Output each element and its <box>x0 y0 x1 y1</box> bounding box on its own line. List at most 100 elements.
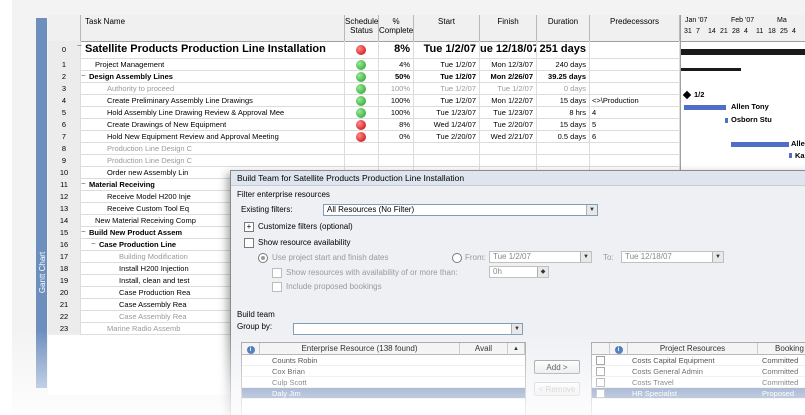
task-id: 1 <box>48 59 81 71</box>
collapse-minus-icon[interactable]: − <box>91 239 96 248</box>
scroll-up-icon[interactable]: ▲ <box>508 343 525 355</box>
info-icon: i <box>614 346 623 354</box>
schedule-status-cell <box>345 71 379 83</box>
start-date: Tue 1/2/07 <box>414 41 480 59</box>
task-id: 2 <box>48 71 81 83</box>
schedule-status-cell <box>345 95 379 107</box>
gantt-bar-7[interactable] <box>789 153 792 158</box>
customize-filters-toggle[interactable]: Customize filters (optional) <box>258 222 353 231</box>
predecessors: <>\Production <box>590 95 680 107</box>
include-proposed-checkbox[interactable] <box>272 282 282 292</box>
timescale-day: 4 <box>744 28 748 35</box>
enterprise-resource-row[interactable]: Cox Brian <box>242 366 525 377</box>
schedule-status-cell <box>345 143 379 155</box>
resource-checkbox[interactable] <box>596 356 605 365</box>
from-label: From: <box>465 253 486 262</box>
project-resource-row[interactable]: HR Specialist Proposed <box>592 388 805 399</box>
col-task-name[interactable]: Task Name <box>81 15 345 41</box>
date-range-radio[interactable] <box>452 253 462 263</box>
task-name: Create Preliminary Assembly Line Drawing… <box>81 95 345 107</box>
to-date-field[interactable]: Tue 12/18/07 ▼ <box>621 251 724 263</box>
collapse-minus-icon[interactable]: − <box>81 71 86 80</box>
gantt-label-6: Allen <box>791 139 805 148</box>
avail-header[interactable]: Avail <box>460 343 508 355</box>
show-availability-checkbox[interactable] <box>244 238 254 248</box>
timescale-header: Jan '07 Feb '07 Ma 31 7 14 21 28 4 11 18 25 4 <box>681 15 805 42</box>
project-resource-row[interactable]: Costs General Admin Committed <box>592 366 805 377</box>
resource-checkbox[interactable] <box>596 367 605 376</box>
col-finish[interactable]: Finish <box>480 15 537 41</box>
project-resource-row[interactable]: Costs Travel Committed <box>592 377 805 388</box>
col-start[interactable]: Start <box>414 15 480 41</box>
duration: 39.25 days <box>537 71 590 83</box>
use-project-dates-radio[interactable] <box>258 253 268 263</box>
gantt-bar-5[interactable] <box>725 118 728 123</box>
task-row[interactable]: 8 Production Line Design C <box>48 143 680 155</box>
enterprise-resource-row[interactable]: Counts Robin <box>242 355 525 366</box>
booking-type: Proposed <box>762 389 795 398</box>
enterprise-resource-row[interactable]: Daly Jim <box>242 388 525 399</box>
build-team-dialog: Build Team for Satellite Products Produc… <box>230 170 805 415</box>
status-indicator-icon <box>356 132 366 142</box>
from-date-field[interactable]: Tue 1/2/07 ▼ <box>489 251 592 263</box>
booking-type: Committed <box>762 356 799 365</box>
view-bar-tab[interactable]: Gantt Chart <box>36 18 47 388</box>
gantt-summary-bar-0[interactable] <box>681 49 805 55</box>
status-indicator-icon <box>356 120 366 130</box>
timescale-month: Ma <box>777 17 787 24</box>
resource-checkbox[interactable] <box>596 389 605 398</box>
status-indicator-icon <box>356 60 366 70</box>
task-row[interactable]: 5 Hold Assembly Line Drawing Review & App… <box>48 107 680 119</box>
task-row[interactable]: 9 Production Line Design C <box>48 155 680 167</box>
start-date: Tue 1/23/07 <box>414 107 480 119</box>
project-resource-row[interactable]: Costs Capital Equipment Committed <box>592 355 805 366</box>
task-name: Design Assembly Lines <box>81 71 345 83</box>
availability-threshold-checkbox[interactable] <box>272 268 282 278</box>
duration <box>537 155 590 167</box>
info-column-header: i <box>242 343 260 355</box>
col-predecessors[interactable]: Predecessors <box>590 15 680 41</box>
existing-filters-dropdown[interactable]: All Resources (No Filter) ▼ <box>323 204 598 216</box>
expand-plus-icon[interactable]: + <box>244 222 254 232</box>
timescale-day: 25 <box>780 28 788 35</box>
task-row[interactable]: 0 Satellite Products Production Line Inst… <box>48 41 680 59</box>
availability-threshold-field[interactable]: 0h ◆ <box>489 266 549 278</box>
booking-header[interactable]: Booking <box>758 343 805 355</box>
project-resource-name: HR Specialist <box>632 389 678 398</box>
task-row[interactable]: 2 Design Assembly Lines − 50% Tue 1/2/07 Mon … <box>48 71 680 83</box>
task-row[interactable]: 1 Project Management 4% Tue 1/2/07 Mon 12/3/… <box>48 59 680 71</box>
collapse-minus-icon[interactable]: − <box>81 227 86 236</box>
task-id: 23 <box>48 323 81 335</box>
enterprise-resource-header[interactable]: Enterprise Resource (138 found) <box>260 343 460 355</box>
predecessors <box>590 143 680 155</box>
add-button[interactable]: Add > <box>534 360 580 374</box>
task-id: 15 <box>48 227 81 239</box>
task-row[interactable]: 3 Authority to proceed 100% Tue 1/2/07 Tue 1… <box>48 83 680 95</box>
gantt-bar-6[interactable] <box>731 142 789 147</box>
resource-checkbox[interactable] <box>596 378 605 387</box>
task-id: 8 <box>48 143 81 155</box>
group-by-dropdown[interactable]: ▼ <box>293 323 523 335</box>
task-id: 20 <box>48 287 81 299</box>
task-row[interactable]: 7 Hold New Equipment Review and Approval … <box>48 131 680 143</box>
gantt-summary-bar-2[interactable] <box>681 68 741 71</box>
finish-date: Wed 2/21/07 <box>480 131 537 143</box>
project-resources-header[interactable]: Project Resources <box>628 343 758 355</box>
gantt-bar-4[interactable] <box>684 105 726 110</box>
task-id: 12 <box>48 191 81 203</box>
duration <box>537 143 590 155</box>
col-percent-complete[interactable]: % Complete <box>379 15 414 41</box>
task-row[interactable]: 6 Create Drawings of New Equipment 8% Wed 1… <box>48 119 680 131</box>
duration: 0 days <box>537 83 590 95</box>
from-date-value: Tue 1/2/07 <box>493 252 531 261</box>
task-row[interactable]: 4 Create Preliminary Assembly Line Drawin… <box>48 95 680 107</box>
collapse-minus-icon[interactable]: − <box>81 179 86 188</box>
finish-date: Mon 2/26/07 <box>480 71 537 83</box>
collapse-minus-icon[interactable]: − <box>77 41 82 50</box>
col-schedule-status[interactable]: Schedule Status <box>345 15 379 41</box>
remove-button[interactable]: < Remove <box>534 382 580 396</box>
col-duration[interactable]: Duration <box>537 15 590 41</box>
enterprise-resource-row[interactable]: Culp Scott <box>242 377 525 388</box>
milestone-marker[interactable] <box>682 90 692 100</box>
percent-complete: 100% <box>379 95 414 107</box>
